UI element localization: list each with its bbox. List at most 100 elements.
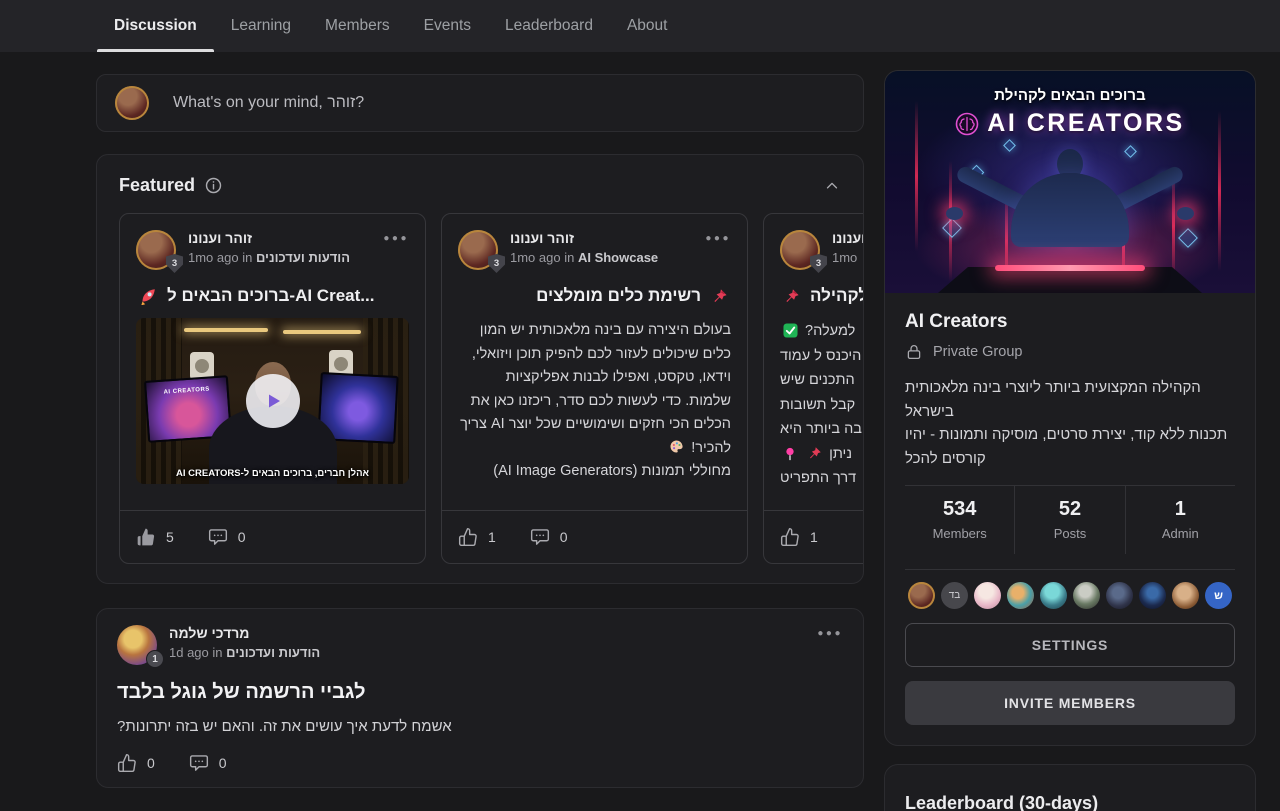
like-count: 0 bbox=[147, 755, 155, 771]
leaderboard-title: Leaderboard (30-days) bbox=[905, 793, 1235, 811]
post-body: אשמח לדעת איך עושים את זה. והאם יש בזה י… bbox=[117, 718, 843, 735]
stat-posts[interactable]: 52 Posts bbox=[1014, 486, 1124, 554]
author-avatar[interactable]: 3 bbox=[136, 230, 176, 270]
pushpin-icon bbox=[711, 288, 728, 305]
post-meta: 1mo ago in הודעות ועדכונים bbox=[188, 250, 350, 265]
composer-placeholder: What's on your mind, זוהר? bbox=[173, 94, 364, 112]
member-avatar[interactable]: בד bbox=[941, 582, 968, 609]
level-badge: 3 bbox=[810, 254, 827, 273]
invite-members-button[interactable]: INVITE MEMBERS bbox=[905, 681, 1235, 725]
brain-logo-icon bbox=[955, 112, 979, 136]
featured-post-tools[interactable]: 3 זוהר וענונו 1mo ago in AI Showcase ●●●… bbox=[441, 213, 748, 564]
author-avatar[interactable]: 3 bbox=[780, 230, 820, 270]
member-avatar[interactable] bbox=[1040, 582, 1067, 609]
info-icon[interactable] bbox=[205, 177, 222, 194]
like-count: 1 bbox=[810, 529, 818, 545]
post-title: רשימת כלים מומלצים bbox=[458, 286, 731, 306]
like-button[interactable] bbox=[136, 527, 156, 547]
group-card: ברוכים הבאים לקהילת AI CREATORS AI Creat… bbox=[884, 70, 1256, 746]
group-sidebar: ברוכים הבאים לקהילת AI CREATORS AI Creat… bbox=[884, 70, 1256, 811]
cover-figure bbox=[940, 149, 1200, 269]
group-stats: 534 Members 52 Posts 1 Admin bbox=[905, 486, 1235, 554]
member-avatar[interactable] bbox=[1172, 582, 1199, 609]
leaderboard-card: Leaderboard (30-days) bbox=[884, 764, 1256, 811]
tab-leaderboard[interactable]: Leaderboard bbox=[488, 0, 610, 52]
group-cover-image: ברוכים הבאים לקהילת AI CREATORS bbox=[885, 71, 1255, 293]
more-options-button[interactable]: ●●● bbox=[705, 230, 731, 244]
member-avatar[interactable] bbox=[1139, 582, 1166, 609]
author-avatar[interactable]: 3 bbox=[458, 230, 498, 270]
featured-post-community[interactable]: 3 זוהר וענונו 1mo ברוכים הבאים לקהילה למ… bbox=[763, 213, 864, 564]
group-description: הקהילה המקצועית ביותר ליוצרי בינה מלאכות… bbox=[905, 376, 1235, 470]
settings-button[interactable]: SETTINGS bbox=[905, 623, 1235, 667]
group-name: AI Creators bbox=[905, 311, 1235, 333]
post-composer[interactable]: What's on your mind, זוהר? bbox=[96, 74, 864, 132]
tab-learning[interactable]: Learning bbox=[214, 0, 308, 52]
round-pin-icon bbox=[783, 447, 797, 461]
feed-post[interactable]: 1 מרדכי שלמה 1d ago in הודעות ועדכונים ●… bbox=[96, 608, 864, 788]
level-badge: 1 bbox=[146, 650, 164, 668]
community-nav: Discussion Learning Members Events Leade… bbox=[0, 0, 1280, 52]
post-title: ברוכים הבאים ל-AI Creat... bbox=[136, 286, 409, 306]
space-name: הודעות ועדכונים bbox=[256, 250, 350, 265]
comment-count: 0 bbox=[238, 529, 246, 545]
post-body: למעלה? היכנס ל עמוד התכנים שיש קבל תשובו… bbox=[780, 319, 864, 491]
featured-section: Featured 3 זוהר bbox=[96, 154, 864, 584]
level-badge: 3 bbox=[488, 254, 505, 273]
pushpin-icon bbox=[783, 288, 800, 305]
featured-title: Featured bbox=[119, 175, 195, 196]
cover-welcome-text: ברוכים הבאים לקהילת bbox=[885, 87, 1255, 104]
featured-cards-row: 3 זוהר וענונו 1mo ago in הודעות ועדכונים… bbox=[119, 213, 864, 564]
palette-icon bbox=[669, 439, 684, 454]
stat-members[interactable]: 534 Members bbox=[905, 486, 1014, 554]
more-options-button[interactable]: ●●● bbox=[383, 230, 409, 244]
current-user-avatar bbox=[115, 86, 149, 120]
video-thumbnail[interactable]: AI CREATORS אהלן חברים, ברוכים הבאים ל-A… bbox=[136, 318, 409, 484]
space-name: AI Showcase bbox=[578, 250, 658, 265]
member-avatar[interactable] bbox=[908, 582, 935, 609]
member-avatar[interactable] bbox=[1007, 582, 1034, 609]
tab-events[interactable]: Events bbox=[407, 0, 488, 52]
space-name: הודעות ועדכונים bbox=[226, 645, 320, 660]
author-name: זוהר וענונו bbox=[832, 230, 864, 246]
comment-count: 0 bbox=[560, 529, 568, 545]
stat-admins[interactable]: 1 Admin bbox=[1125, 486, 1235, 554]
post-meta: 1mo bbox=[832, 250, 864, 265]
post-meta: 1mo ago in AI Showcase bbox=[510, 250, 658, 265]
chevron-up-icon[interactable] bbox=[823, 177, 841, 195]
comment-button[interactable] bbox=[530, 527, 550, 547]
author-avatar[interactable]: 1 bbox=[117, 625, 157, 665]
rocket-icon bbox=[139, 287, 157, 305]
tab-about[interactable]: About bbox=[610, 0, 685, 52]
member-avatar[interactable]: ש bbox=[1205, 582, 1232, 609]
tab-discussion[interactable]: Discussion bbox=[97, 0, 214, 52]
comment-button[interactable] bbox=[189, 753, 209, 773]
tab-members[interactable]: Members bbox=[308, 0, 407, 52]
like-button[interactable] bbox=[458, 527, 478, 547]
like-count: 5 bbox=[166, 529, 174, 545]
check-icon bbox=[783, 323, 798, 338]
play-button[interactable] bbox=[246, 374, 300, 428]
group-privacy: Private Group bbox=[933, 344, 1022, 360]
post-title: ברוכים הבאים לקהילה bbox=[780, 286, 864, 306]
comment-count: 0 bbox=[219, 755, 227, 771]
level-badge: 3 bbox=[166, 254, 183, 273]
like-button[interactable] bbox=[117, 753, 137, 773]
comment-button[interactable] bbox=[208, 527, 228, 547]
feed-column: What's on your mind, זוהר? Featured bbox=[96, 74, 864, 788]
post-meta: 1d ago in הודעות ועדכונים bbox=[169, 645, 320, 660]
post-title: לגביי הרשמה של גוגל בלבד bbox=[117, 681, 843, 704]
author-name: מרדכי שלמה bbox=[169, 625, 320, 641]
member-avatar[interactable] bbox=[1073, 582, 1100, 609]
cover-brand-text: AI CREATORS bbox=[987, 109, 1184, 138]
member-avatar[interactable] bbox=[974, 582, 1001, 609]
like-button[interactable] bbox=[780, 527, 800, 547]
more-options-button[interactable]: ●●● bbox=[817, 625, 843, 639]
featured-post-welcome[interactable]: 3 זוהר וענונו 1mo ago in הודעות ועדכונים… bbox=[119, 213, 426, 564]
video-caption: אהלן חברים, ברוכים הבאים ל-AI CREATORS bbox=[136, 468, 409, 479]
member-avatar[interactable] bbox=[1106, 582, 1133, 609]
pushpin-icon bbox=[807, 446, 822, 461]
member-avatars-row: בד ש bbox=[905, 570, 1235, 621]
lock-icon bbox=[905, 343, 923, 361]
community-page: Discussion Learning Members Events Leade… bbox=[0, 0, 1280, 811]
